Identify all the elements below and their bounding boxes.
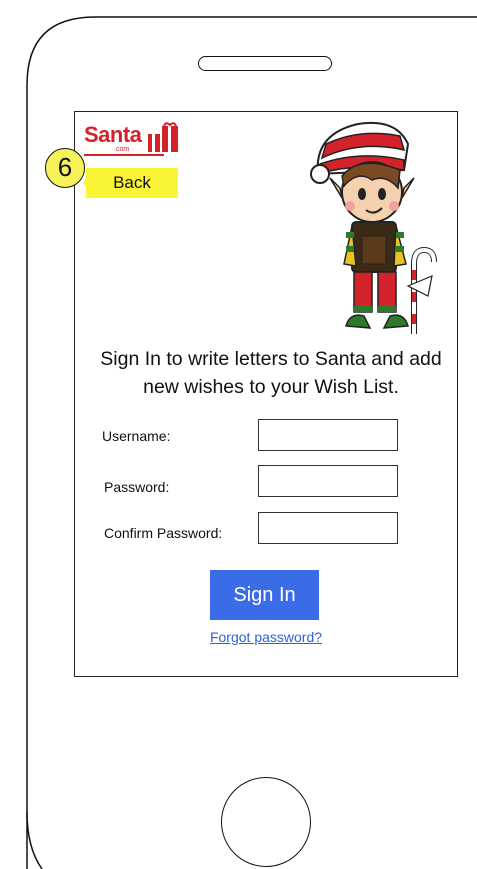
gift-icon [148,122,178,152]
password-label: Password: [104,479,170,495]
santa-logo[interactable]: Santa [84,122,142,147]
home-button[interactable] [221,777,311,867]
sign-in-button[interactable]: Sign In [210,570,319,620]
back-button[interactable]: Back [86,168,178,198]
intro-text: Sign In to write letters to Santa and ad… [100,348,442,398]
forgot-password-link[interactable]: Forgot password? [192,628,340,646]
elf-illustration [310,122,437,334]
phone-speaker [198,56,332,71]
logo-text: Santa [84,122,142,147]
password-field[interactable] [258,465,398,497]
logo-domain: .com [114,146,130,153]
username-field[interactable] [258,419,398,451]
confirm-password-label: Confirm Password: [104,525,223,541]
username-label: Username: [102,428,171,444]
step-number-badge: 6 [45,148,85,188]
confirm-password-field[interactable] [258,512,398,544]
logo-underline [84,154,164,156]
